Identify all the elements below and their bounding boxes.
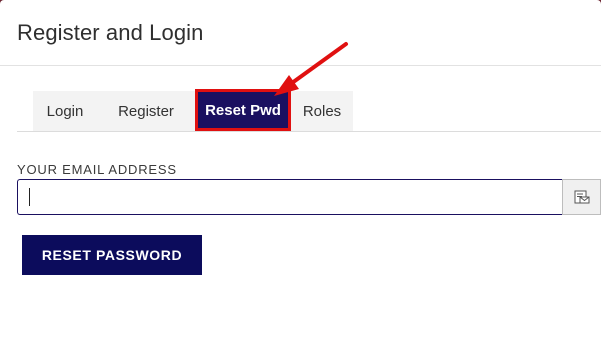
tab-login-label: Login bbox=[46, 102, 84, 120]
email-card-icon bbox=[574, 190, 589, 204]
tab-login[interactable]: Login bbox=[33, 91, 97, 131]
email-input-group bbox=[17, 179, 601, 215]
tab-roles-label: Roles bbox=[302, 102, 342, 120]
email-input[interactable] bbox=[17, 179, 562, 215]
tab-reset-pwd[interactable]: Reset Pwd bbox=[195, 89, 291, 131]
text-cursor bbox=[29, 188, 30, 206]
email-addon bbox=[562, 179, 601, 215]
email-label: YOUR EMAIL ADDRESS bbox=[17, 162, 177, 177]
modal-header: Register and Login bbox=[0, 0, 601, 66]
tab-roles[interactable]: Roles bbox=[291, 91, 353, 131]
register-login-modal: Register and Login Login Register Reset … bbox=[0, 0, 601, 340]
reset-password-button[interactable]: RESET PASSWORD bbox=[22, 235, 202, 275]
tab-register[interactable]: Register bbox=[97, 91, 195, 131]
tab-bar: Login Register Reset Pwd Roles bbox=[17, 89, 601, 132]
tab-register-label: Register bbox=[118, 102, 174, 120]
tab-reset-pwd-label: Reset Pwd bbox=[205, 101, 281, 119]
modal-title: Register and Login bbox=[17, 19, 204, 45]
